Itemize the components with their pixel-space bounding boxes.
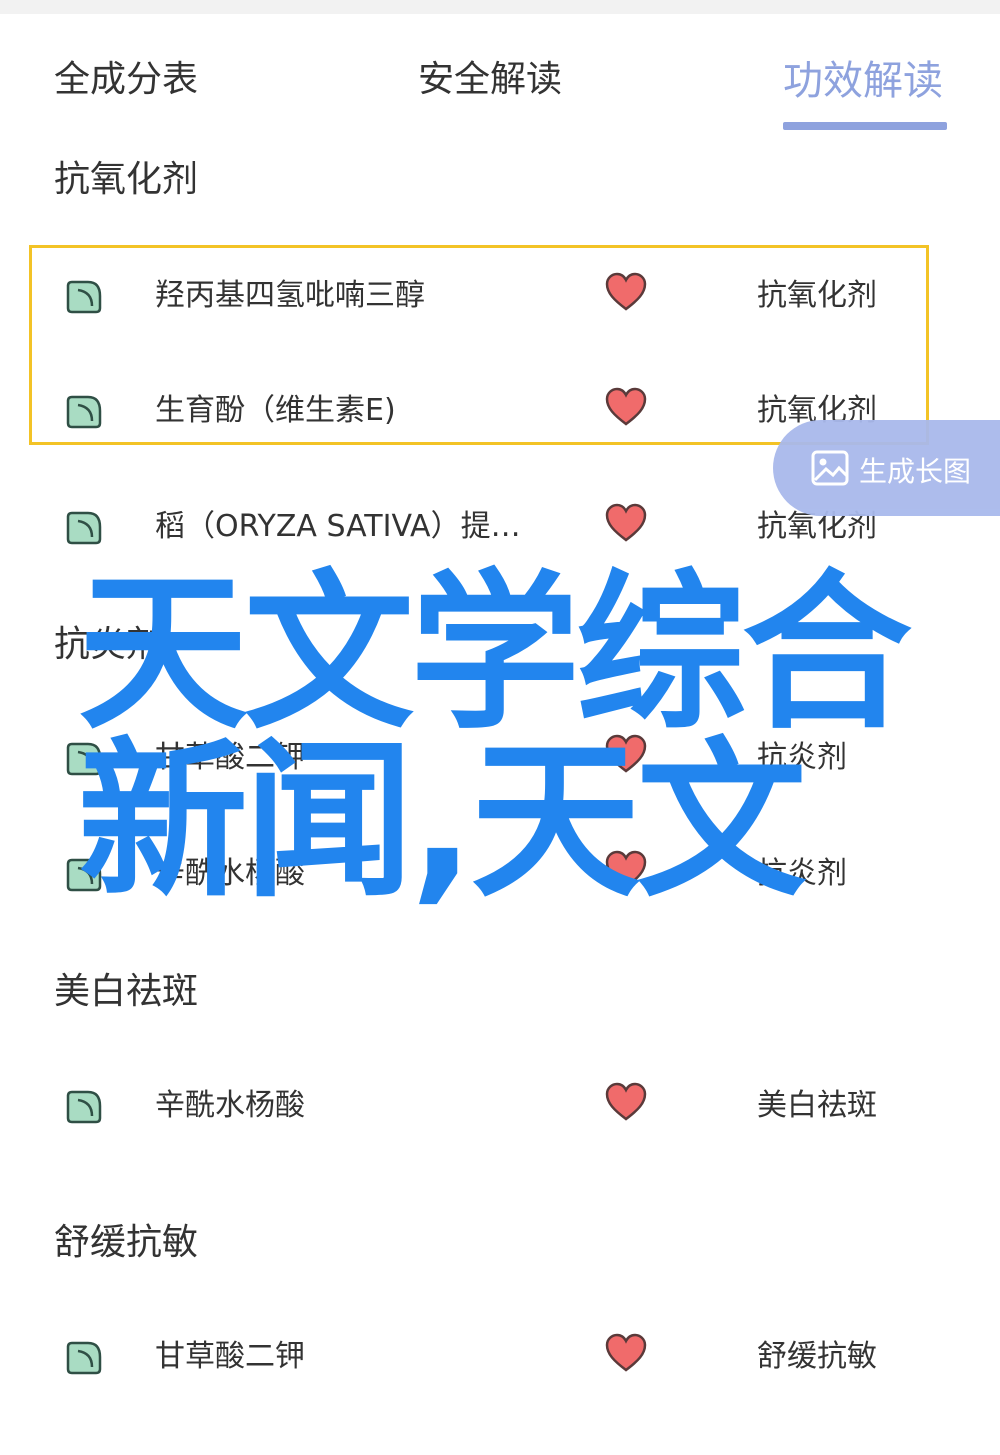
leaf-icon xyxy=(66,511,102,545)
heart-icon[interactable] xyxy=(604,272,648,312)
generate-long-image-label: 生成长图 xyxy=(859,455,972,488)
section-title-antioxidant: 抗氧化剂 xyxy=(54,159,199,200)
heart-icon[interactable] xyxy=(604,503,648,543)
list-item[interactable]: 甘草酸二钾 抗炎剂 xyxy=(0,714,1000,794)
list-item[interactable]: 辛酰水杨酸 抗炎剂 xyxy=(0,830,1000,910)
list-item[interactable]: 甘草酸二钾 舒缓抗敏 xyxy=(0,1313,1000,1393)
heart-icon[interactable] xyxy=(604,387,648,427)
ingredient-name: 羟丙基四氢吡喃三醇 xyxy=(155,278,425,313)
heart-icon[interactable] xyxy=(604,1082,648,1122)
ingredient-name: 稻（ORYZA SATIVA）提… xyxy=(155,509,521,544)
list-item[interactable]: 羟丙基四氢吡喃三醇 抗氧化剂 xyxy=(0,252,1000,332)
ingredient-name: 生育酚（维生素E) xyxy=(155,393,396,428)
ingredient-name: 甘草酸二钾 xyxy=(155,1339,305,1374)
leaf-icon xyxy=(66,742,102,776)
tab-efficacy[interactable]: 功效解读 xyxy=(783,48,943,106)
effect-tag: 抗炎剂 xyxy=(757,740,847,775)
overlay-line-1: 天文学综合 xyxy=(78,555,912,753)
tab-ingredients[interactable]: 全成分表 xyxy=(54,50,198,102)
leaf-icon xyxy=(66,395,102,429)
ingredient-name: 甘草酸二钾 xyxy=(155,740,305,775)
tab-safety[interactable]: 安全解读 xyxy=(418,50,562,102)
heart-icon[interactable] xyxy=(604,1333,648,1373)
leaf-icon xyxy=(66,1341,102,1375)
section-title-anti-inflammatory: 抗炎剂 xyxy=(54,624,163,665)
heart-icon[interactable] xyxy=(604,850,648,890)
effect-tag: 美白祛斑 xyxy=(757,1088,877,1123)
active-tab-indicator xyxy=(783,122,947,130)
ingredient-name: 辛酰水杨酸 xyxy=(155,1088,305,1123)
effect-tag: 舒缓抗敏 xyxy=(757,1339,877,1374)
generate-long-image-button[interactable]: 生成长图 xyxy=(773,420,1000,516)
heart-icon[interactable] xyxy=(604,734,648,774)
ingredient-name: 辛酰水杨酸 xyxy=(155,856,305,891)
image-icon xyxy=(811,450,849,486)
effect-tag: 抗氧化剂 xyxy=(757,278,877,313)
leaf-icon xyxy=(66,1090,102,1124)
effect-tag: 抗炎剂 xyxy=(757,856,847,891)
list-item[interactable]: 辛酰水杨酸 美白祛斑 xyxy=(0,1062,1000,1142)
section-title-whitening: 美白祛斑 xyxy=(54,971,199,1012)
leaf-icon xyxy=(66,858,102,892)
status-bar xyxy=(0,0,1000,14)
section-title-soothing: 舒缓抗敏 xyxy=(54,1222,199,1263)
tab-bar: 全成分表 安全解读 功效解读 xyxy=(0,14,1000,130)
leaf-icon xyxy=(66,280,102,314)
